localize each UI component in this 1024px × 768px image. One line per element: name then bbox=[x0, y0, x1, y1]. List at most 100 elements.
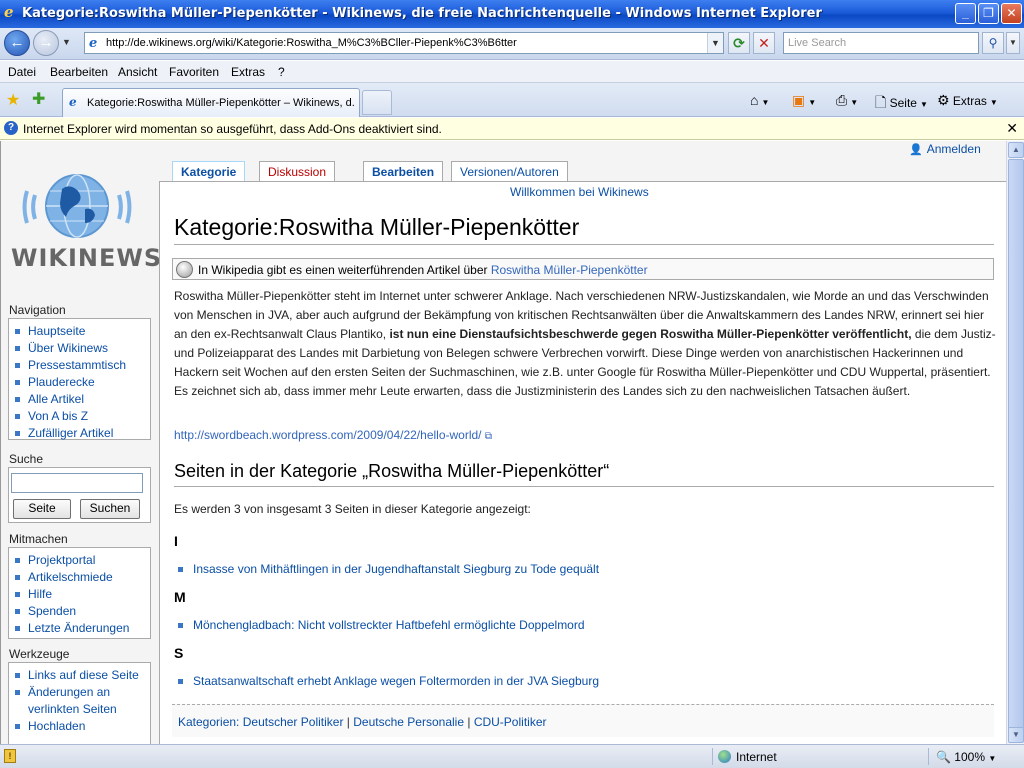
menu-help[interactable]: ? bbox=[278, 65, 285, 79]
page-count-text: Es werden 3 von insgesamt 3 Seiten in di… bbox=[174, 502, 531, 516]
home-button[interactable]: ⌂ ▼ bbox=[750, 92, 769, 108]
menu-bearbeiten[interactable]: Bearbeiten bbox=[50, 65, 108, 79]
go-to-page-button[interactable]: Seite bbox=[13, 499, 71, 519]
sidebar-item-hauptseite[interactable]: Hauptseite bbox=[13, 323, 150, 340]
info-bar[interactable]: ? Internet Explorer wird momentan so aus… bbox=[0, 118, 1024, 140]
wikipedia-link[interactable]: Roswitha Müller-Piepenkötter bbox=[491, 263, 648, 277]
add-favorite-icon[interactable]: ✚ bbox=[32, 89, 45, 109]
refresh-button[interactable]: ⟳ bbox=[728, 32, 750, 54]
section-heading: Seiten in der Kategorie „Roswitha Müller… bbox=[174, 461, 610, 481]
category-link[interactable]: CDU-Politiker bbox=[474, 715, 547, 729]
categories-label[interactable]: Kategorien: bbox=[178, 715, 239, 729]
sidebar-item-aenderungen-verlinkte-seiten[interactable]: Änderungen an verlinkten Seiten bbox=[13, 684, 150, 718]
external-link[interactable]: http://swordbeach.wordpress.com/2009/04/… bbox=[174, 428, 492, 442]
zone-label: Internet bbox=[736, 750, 777, 764]
scroll-thumb[interactable] bbox=[1008, 159, 1024, 729]
category-links-box: Kategorien: Deutscher Politiker | Deutsc… bbox=[172, 704, 994, 737]
back-button[interactable]: ← bbox=[4, 30, 30, 56]
history-dropdown-icon[interactable]: ▼ bbox=[62, 37, 71, 47]
restore-button[interactable]: ❐ bbox=[978, 3, 999, 24]
tab-versionen-autoren[interactable]: Versionen/Autoren bbox=[451, 161, 568, 182]
group-letter: I bbox=[174, 533, 178, 549]
print-icon: ⎙ bbox=[836, 92, 848, 108]
category-page-link[interactable]: Insasse von Mithäftlingen in der Jugendh… bbox=[178, 562, 599, 576]
sidebar-item-projektportal[interactable]: Projektportal bbox=[13, 552, 150, 569]
page-title: Kategorie:Roswitha Müller-Piepenkötter bbox=[174, 214, 580, 240]
new-tab-button[interactable] bbox=[362, 90, 392, 115]
login-link[interactable]: 👤 Anmelden bbox=[909, 142, 981, 156]
wiki-search-input[interactable] bbox=[11, 473, 143, 493]
sidebar-item-hochladen[interactable]: Hochladen bbox=[13, 718, 150, 735]
category-link[interactable]: Deutscher Politiker bbox=[243, 715, 344, 729]
zoom-control[interactable]: 🔍 100% ▼ bbox=[936, 750, 996, 764]
navigation-portlet: Hauptseite Über Wikinews Pressestammtisc… bbox=[8, 318, 151, 440]
tab-bearbeiten[interactable]: Bearbeiten bbox=[363, 161, 444, 182]
login-label: Anmelden bbox=[926, 142, 981, 156]
category-link[interactable]: Deutsche Personalie bbox=[353, 715, 464, 729]
wikinews-wordmark: WIKINEWS bbox=[11, 244, 163, 272]
tools-menu-button[interactable]: ⚙ Extras ▼ bbox=[937, 92, 998, 109]
category-description: Roswitha Müller-Piepenkötter steht im In… bbox=[174, 287, 999, 401]
close-info-bar-icon[interactable]: ✕ bbox=[1006, 120, 1018, 137]
favorites-star-icon[interactable]: ★ bbox=[6, 90, 20, 110]
wikinews-logo[interactable]: WIKINEWS bbox=[7, 169, 161, 279]
sidebar-item-zufaelliger-artikel[interactable]: Zufälliger Artikel bbox=[13, 425, 150, 442]
url-dropdown-icon[interactable]: ▼ bbox=[707, 33, 723, 53]
window-title: Kategorie:Roswitha Müller-Piepenkötter -… bbox=[22, 6, 822, 21]
forward-button[interactable]: → bbox=[33, 30, 59, 56]
page-viewport: WIKINEWS Navigation Hauptseite Über Wiki… bbox=[0, 141, 1006, 744]
menu-datei[interactable]: Datei bbox=[8, 65, 36, 79]
sidebar-item-pressestammtisch[interactable]: Pressestammtisch bbox=[13, 357, 150, 374]
vertical-scrollbar[interactable]: ▲ ▼ bbox=[1006, 141, 1024, 744]
tools-heading: Werkzeuge bbox=[9, 647, 70, 661]
security-warning-icon[interactable]: ! bbox=[4, 749, 16, 763]
tab-bar: ★ ✚ e Kategorie:Roswitha Müller-Piepenkö… bbox=[0, 83, 1024, 117]
menu-favoriten[interactable]: Favoriten bbox=[169, 65, 219, 79]
category-page-link[interactable]: Staatsanwaltschaft erhebt Anklage wegen … bbox=[178, 674, 599, 688]
sidebar-item-ueber-wikinews[interactable]: Über Wikinews bbox=[13, 340, 150, 357]
search-options-dropdown-icon[interactable]: ▼ bbox=[1006, 32, 1020, 54]
status-divider bbox=[928, 748, 929, 765]
tab-kategorie[interactable]: Kategorie bbox=[172, 161, 246, 183]
live-search-input[interactable]: Live Search bbox=[783, 32, 979, 54]
wikipedia-box-text: In Wikipedia gibt es einen weiterführend… bbox=[198, 263, 648, 277]
menu-extras[interactable]: Extras bbox=[231, 65, 265, 79]
tab-diskussion[interactable]: Diskussion bbox=[259, 161, 336, 182]
site-welcome[interactable]: Willkommen bei Wikinews bbox=[510, 185, 649, 199]
search-button[interactable]: Suchen bbox=[80, 499, 140, 519]
category-page-link[interactable]: Mönchengladbach: Nicht vollstreckter Haf… bbox=[178, 618, 585, 632]
scroll-up-icon[interactable]: ▲ bbox=[1008, 142, 1024, 158]
sidebar-item-hilfe[interactable]: Hilfe bbox=[13, 586, 150, 603]
wikipedia-box: In Wikipedia gibt es einen weiterführend… bbox=[172, 258, 994, 280]
zoom-dropdown-icon[interactable]: ▼ bbox=[988, 754, 996, 763]
user-icon: 👤 bbox=[909, 144, 923, 156]
url-field[interactable]: e http://de.wikinews.org/wiki/Kategorie:… bbox=[84, 32, 724, 54]
sidebar-item-letzte-aenderungen[interactable]: Letzte Änderungen bbox=[13, 620, 150, 637]
sidebar-item-plauderecke[interactable]: Plauderecke bbox=[13, 374, 150, 391]
page-menu-button[interactable]: 🗋 Seite ▼ bbox=[875, 92, 928, 116]
menu-ansicht[interactable]: Ansicht bbox=[118, 65, 157, 79]
close-window-button[interactable]: ✕ bbox=[1001, 3, 1022, 24]
url-text[interactable]: http://de.wikinews.org/wiki/Kategorie:Ro… bbox=[106, 37, 517, 49]
search-icon[interactable]: ⚲ bbox=[982, 32, 1004, 54]
content-area: Willkommen bei Wikinews Kategorie:Roswit… bbox=[159, 181, 1006, 744]
print-button[interactable]: ⎙ ▼ bbox=[836, 92, 858, 109]
scroll-down-icon[interactable]: ▼ bbox=[1008, 727, 1024, 743]
external-link-text: http://swordbeach.wordpress.com/2009/04/… bbox=[174, 428, 482, 442]
sidebar-item-von-a-bis-z[interactable]: Von A bis Z bbox=[13, 408, 150, 425]
sidebar-item-spenden[interactable]: Spenden bbox=[13, 603, 150, 620]
feeds-button[interactable]: ▣ ▼ bbox=[792, 92, 816, 109]
tab-current-page[interactable]: e Kategorie:Roswitha Müller-Piepenkötter… bbox=[62, 88, 360, 117]
gear-icon: ⚙ bbox=[937, 92, 950, 108]
sidebar-item-alle-artikel[interactable]: Alle Artikel bbox=[13, 391, 150, 408]
page-favicon-icon: e bbox=[89, 36, 98, 51]
security-zone[interactable]: Internet bbox=[718, 750, 777, 764]
zoom-level: 100% bbox=[954, 750, 985, 764]
minimize-button[interactable]: _ bbox=[955, 3, 976, 24]
menu-bar: Datei Bearbeiten Ansicht Favoriten Extra… bbox=[0, 61, 1024, 83]
stop-button[interactable]: ✕ bbox=[753, 32, 775, 54]
sidebar-item-links-auf-diese-seite[interactable]: Links auf diese Seite bbox=[13, 667, 150, 684]
info-bar-message: Internet Explorer wird momentan so ausge… bbox=[23, 122, 442, 136]
category-separator: | bbox=[467, 715, 471, 729]
sidebar-item-artikelschmiede[interactable]: Artikelschmiede bbox=[13, 569, 150, 586]
